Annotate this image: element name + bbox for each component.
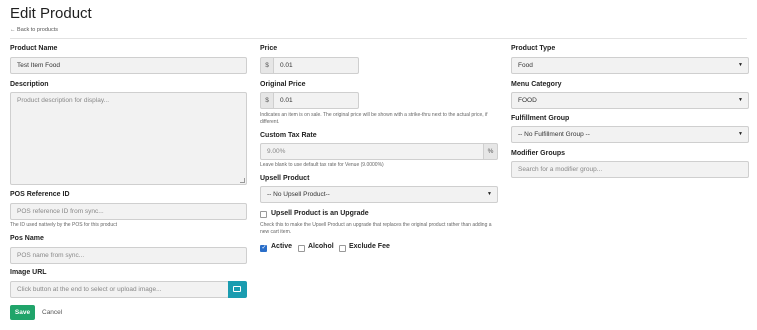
fulfillment-group-select[interactable]: -- No Fulfillment Group -- ▼ — [511, 126, 749, 143]
custom-tax-rate-label: Custom Tax Rate — [260, 132, 317, 139]
caret-down-icon: ▼ — [487, 191, 492, 197]
header-divider — [10, 38, 747, 39]
fulfillment-group-value: -- No Fulfillment Group -- — [518, 131, 590, 138]
active-label: Active — [271, 243, 293, 250]
price-currency-addon: $ — [260, 57, 274, 74]
menu-category-value: FOOD — [518, 97, 537, 104]
fulfillment-group-label: Fulfillment Group — [511, 115, 570, 122]
pos-name-input[interactable]: POS name from sync... — [10, 247, 247, 264]
image-url-input[interactable]: Click button at the end to select or upl… — [10, 281, 229, 298]
original-price-currency-addon: $ — [260, 92, 274, 109]
pos-reference-id-help: The ID used natively by the POS for this… — [10, 222, 117, 228]
product-type-label: Product Type — [511, 45, 556, 52]
image-url-label: Image URL — [10, 269, 47, 276]
pos-reference-id-label: POS Reference ID — [10, 191, 70, 198]
save-button[interactable]: Save — [10, 305, 35, 320]
description-placeholder: Product description for display... — [17, 97, 110, 104]
custom-tax-rate-input[interactable]: 9.00% — [260, 143, 484, 160]
custom-tax-rate-help: Leave blank to use default tax rate for … — [260, 162, 384, 168]
product-name-label: Product Name — [10, 45, 58, 52]
price-input[interactable]: 0.01 — [273, 57, 359, 74]
image-icon — [233, 286, 241, 292]
exclude-fee-label: Exclude Fee — [349, 243, 390, 250]
modifier-groups-label: Modifier Groups — [511, 150, 566, 157]
upsell-upgrade-label: Upsell Product is an Upgrade — [271, 210, 369, 217]
alcohol-label: Alcohol — [308, 243, 334, 250]
caret-down-icon: ▼ — [738, 97, 743, 103]
original-price-input[interactable]: 0.01 — [273, 92, 359, 109]
original-price-label: Original Price — [260, 81, 306, 88]
upsell-product-label: Upsell Product — [260, 175, 310, 182]
pos-reference-id-input[interactable]: POS reference ID from sync... — [10, 203, 247, 220]
exclude-fee-checkbox[interactable] — [339, 245, 346, 252]
page-title: Edit Product — [10, 5, 92, 22]
upsell-product-value: -- No Upsell Product-- — [267, 191, 330, 198]
alcohol-checkbox[interactable] — [298, 245, 305, 252]
menu-category-label: Menu Category — [511, 81, 562, 88]
active-checkbox[interactable] — [260, 244, 267, 252]
caret-down-icon: ▼ — [738, 131, 743, 137]
menu-category-select[interactable]: FOOD ▼ — [511, 92, 749, 109]
price-label: Price — [260, 45, 278, 52]
upsell-product-select[interactable]: -- No Upsell Product-- ▼ — [260, 186, 498, 203]
description-textarea[interactable]: Product description for display... — [10, 92, 247, 185]
product-name-input[interactable]: Test Item Food — [10, 57, 247, 74]
back-to-products-link[interactable]: ← Back to products — [10, 27, 58, 33]
upsell-upgrade-checkbox[interactable] — [260, 211, 267, 218]
cancel-button[interactable]: Cancel — [42, 305, 62, 320]
original-price-help: Indicates an item is on sale. The origin… — [260, 112, 488, 125]
upsell-upgrade-help: Check this to make the Upsell Product an… — [260, 222, 492, 235]
image-upload-button[interactable] — [228, 281, 247, 298]
product-type-select[interactable]: Food ▼ — [511, 57, 749, 74]
caret-down-icon: ▼ — [738, 62, 743, 68]
pos-name-label: Pos Name — [10, 235, 44, 242]
product-type-value: Food — [518, 62, 533, 69]
resize-handle[interactable] — [240, 178, 245, 183]
description-label: Description — [10, 81, 49, 88]
modifier-group-search-input[interactable]: Search for a modifier group... — [511, 161, 749, 178]
percent-addon: % — [483, 143, 498, 160]
